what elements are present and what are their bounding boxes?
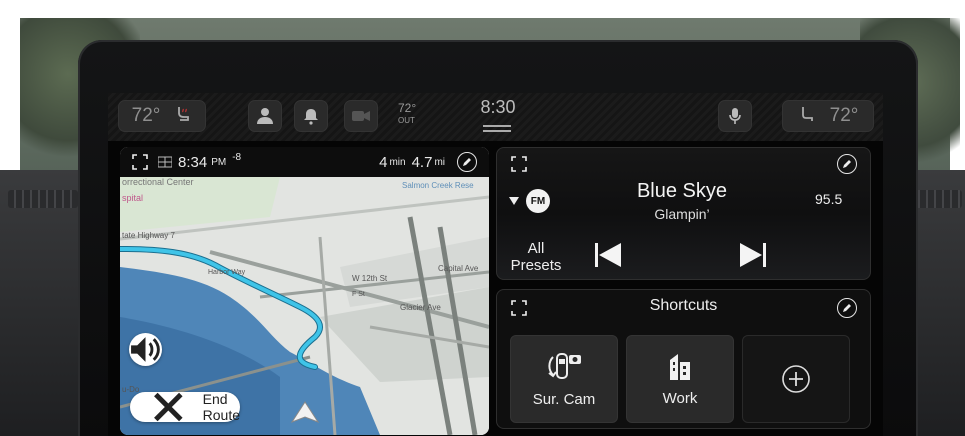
shortcut-label-sur-cam: Sur. Cam [532,390,596,408]
source-dropdown-icon[interactable] [509,197,519,205]
surround-camera-icon [548,352,581,379]
video-camera-icon [352,111,370,121]
seat-heat-icon [174,105,192,128]
remaining-distance-unit: mi [434,156,445,168]
shortcut-surround-camera[interactable]: Sur. Cam [510,335,618,423]
seat-icon [798,105,816,128]
building-icon [670,353,690,380]
presets-line-2: Presets [510,257,562,274]
guidance-volume-button[interactable] [129,333,162,366]
next-track-icon[interactable] [740,243,766,267]
map-label-w12th: W 12th St [352,274,388,283]
map-label-bottom-left: u-Do [122,385,140,394]
checkered-flag-icon [158,156,172,168]
previous-track-icon[interactable] [595,243,621,267]
station-frequency: 95.5 [815,191,843,207]
notifications-button[interactable] [294,100,328,132]
person-icon [257,108,273,124]
shortcuts-card: Shortcuts Sur. Cam Work [496,289,871,429]
air-vent-right [912,190,962,208]
remaining-minutes-unit: min [389,156,406,168]
camera-button[interactable] [344,100,378,132]
time-offset: -8 [232,151,242,163]
microphone-icon [729,108,741,124]
edit-icon[interactable] [837,154,857,174]
outside-temp-label: OUT [398,116,415,125]
fm-band-badge[interactable]: FM [526,189,550,213]
map-label-harbor-way: Harbor Way [208,269,246,276]
profile-button[interactable] [248,100,282,132]
expand-icon[interactable] [511,156,527,172]
outside-temp-value: 72° [398,101,417,115]
map-label-fst: F St [352,291,365,298]
navigation-map[interactable]: orrectional Center spital tate Highway 7… [120,177,489,435]
edit-icon[interactable] [457,152,477,172]
remaining-minutes: 4 [379,153,388,171]
arrival-ampm: PM [211,156,227,168]
navigation-card: 8:34 PM -8 4 min 4.7 mi orrectional Cent… [120,147,489,435]
map-label-highway: tate Highway 7 [122,231,175,240]
speaker-icon [131,337,160,362]
arrival-time: 8:34 [178,153,208,171]
all-presets-button[interactable]: All Presets [505,240,567,274]
remaining-distance: 4.7 [411,153,433,171]
driver-climate-button[interactable]: 72° [118,100,206,132]
expand-icon[interactable] [132,154,148,170]
status-top-bar: 72° 72° OUT 8:30 72° [108,93,883,141]
presets-line-1: All [527,240,545,257]
voice-button[interactable] [718,100,752,132]
menu-handle-icon[interactable] [483,125,511,127]
shortcut-work[interactable]: Work [626,335,734,423]
radio-card: FM Blue Skye Glampin’ 95.5 All Presets [496,147,871,280]
end-route-label: End Route [202,391,240,423]
song-title: Blue Skye [636,180,728,202]
passenger-temp: 72° [829,105,859,126]
driver-temp: 72° [131,105,161,126]
map-label-correctional: orrectional Center [122,177,194,187]
edit-icon[interactable] [837,298,857,318]
close-icon [154,392,183,422]
add-shortcut-button[interactable] [742,335,850,423]
end-route-button[interactable]: End Route [130,391,240,423]
navigation-header: 8:34 PM -8 4 min 4.7 mi [120,147,489,177]
outside-temperature: 72° OUT [398,102,416,127]
map-label-capital-ave: Capital Ave [438,264,479,273]
infotainment-screen: 72° 72° OUT 8:30 72° 8:34 PM -8 4 min 4.… [108,93,883,436]
artist-name: Glampin’ [654,206,710,222]
add-icon [782,365,810,393]
bell-icon [304,109,318,125]
shortcuts-title: Shortcuts [649,297,718,314]
map-label-glacier-ave: Glacier Ave [400,303,441,312]
car-interior-scene: 72° 72° OUT 8:30 72° 8:34 PM -8 4 min 4.… [0,0,965,436]
shortcut-label-work: Work [662,389,698,407]
air-vent-left [8,190,78,208]
passenger-climate-button[interactable]: 72° [782,100,874,132]
clock: 8:30 [480,97,516,117]
map-label-hospital: spital [122,193,144,203]
map-label-salmon-creek: Salmon Creek Rese [402,181,474,190]
dashboard-left [0,170,90,436]
